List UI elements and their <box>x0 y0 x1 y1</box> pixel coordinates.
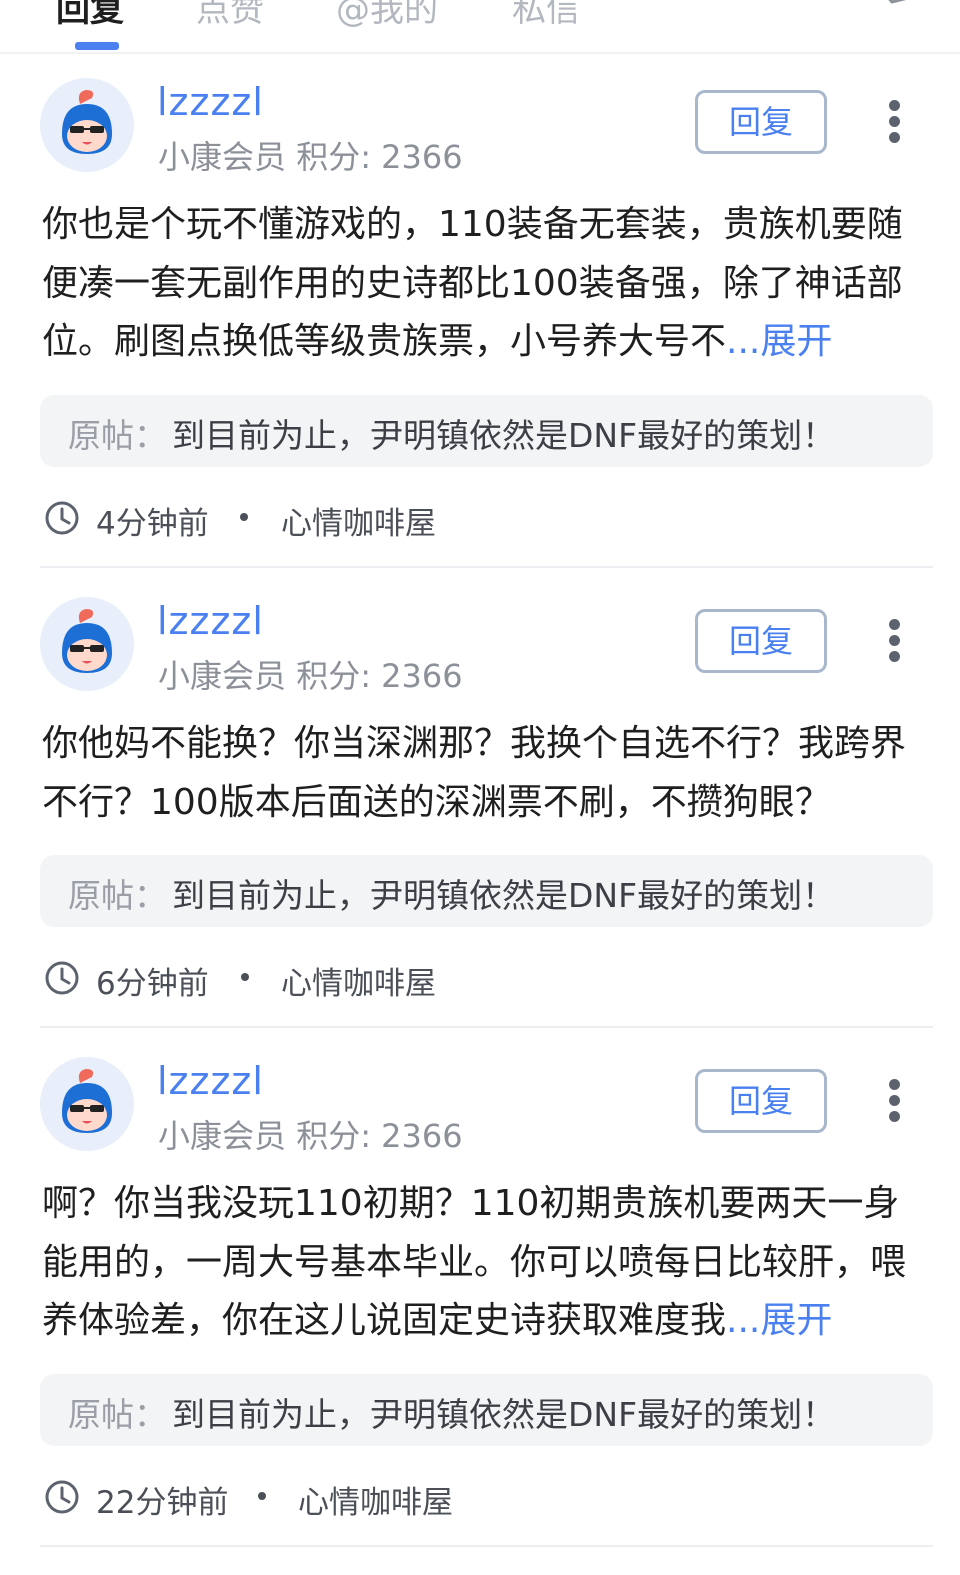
avatar-mascot-icon <box>40 597 134 691</box>
reply-button[interactable]: 回复 <box>695 609 827 673</box>
separator-dot <box>241 973 249 981</box>
divider <box>40 1545 933 1547</box>
points: 积分: 2366 <box>296 138 463 176</box>
tab-likes[interactable]: 点赞 <box>196 0 264 31</box>
avatar[interactable] <box>40 597 134 691</box>
edit-icon[interactable] <box>878 0 914 18</box>
reply-button[interactable]: 回复 <box>695 90 827 154</box>
expand-link[interactable]: 展开 <box>760 1300 832 1341</box>
member-level: 小康会员 <box>158 138 287 176</box>
avatar[interactable] <box>40 1057 134 1151</box>
tab-mentions[interactable]: @我的 <box>336 0 438 31</box>
timestamp: 4分钟前 <box>96 506 209 542</box>
clock-icon <box>45 501 79 535</box>
divider <box>40 1026 933 1028</box>
expand-link[interactable]: 展开 <box>760 321 832 362</box>
clock-icon <box>45 961 79 995</box>
member-level: 小康会员 <box>158 1117 287 1155</box>
points: 积分: 2366 <box>296 657 463 695</box>
channel-name[interactable]: 心情咖啡屋 <box>298 1477 453 1522</box>
points: 积分: 2366 <box>296 1117 463 1155</box>
channel-name[interactable]: 心情咖啡屋 <box>281 498 436 543</box>
timestamp: 6分钟前 <box>96 966 209 1002</box>
comment-body: 你也是个玩不懂游戏的，110装备无套装，贵族机要随便凑一套无副作用的史诗都比10… <box>42 196 922 372</box>
member-level: 小康会员 <box>158 657 287 695</box>
comment-text: 你他妈不能换？你当深渊那？我换个自选不行？我跨界不行？100版本后面送的深渊票不… <box>42 723 907 823</box>
avatar[interactable] <box>40 78 134 172</box>
origin-text: 到目前为止，尹明镇依然是DNF最好的策划！ <box>172 876 836 915</box>
separator-dot <box>240 513 248 521</box>
origin-text: 到目前为止，尹明镇依然是DNF最好的策划！ <box>172 1395 836 1434</box>
tab-reply[interactable]: 回复 <box>56 0 124 31</box>
active-tab-indicator <box>75 42 119 50</box>
avatar-mascot-icon <box>40 1057 134 1151</box>
separator-dot <box>258 1492 266 1500</box>
ellipsis: ... <box>726 321 761 362</box>
top-tab-bar: 回复 点赞 @我的 私信 <box>0 0 960 54</box>
more-icon[interactable] <box>880 619 908 667</box>
username[interactable]: lzzzzl <box>157 599 264 643</box>
more-icon[interactable] <box>880 100 908 148</box>
original-post-quote[interactable]: 原帖： 到目前为止，尹明镇依然是DNF最好的策划！ <box>40 1374 933 1446</box>
original-post-quote[interactable]: 原帖： 到目前为止，尹明镇依然是DNF最好的策划！ <box>40 395 933 467</box>
clock-icon <box>45 1480 79 1514</box>
origin-label: 原帖： <box>68 876 167 915</box>
tab-messages[interactable]: 私信 <box>512 0 580 31</box>
user-meta: 小康会员 积分: 2366 <box>158 1111 463 1157</box>
original-post-quote[interactable]: 原帖： 到目前为止，尹明镇依然是DNF最好的策划！ <box>40 855 933 927</box>
username[interactable]: lzzzzl <box>157 80 264 124</box>
ellipsis: ... <box>726 1300 761 1341</box>
channel-name[interactable]: 心情咖啡屋 <box>281 958 436 1003</box>
divider <box>40 566 933 568</box>
avatar-mascot-icon <box>40 78 134 172</box>
origin-label: 原帖： <box>68 1395 167 1434</box>
timestamp: 22分钟前 <box>96 1485 229 1521</box>
origin-text: 到目前为止，尹明镇依然是DNF最好的策划！ <box>172 416 836 455</box>
origin-label: 原帖： <box>68 416 167 455</box>
comment-body: 你他妈不能换？你当深渊那？我换个自选不行？我跨界不行？100版本后面送的深渊票不… <box>42 715 922 832</box>
more-icon[interactable] <box>880 1079 908 1127</box>
user-meta: 小康会员 积分: 2366 <box>158 132 463 178</box>
reply-button[interactable]: 回复 <box>695 1069 827 1133</box>
username[interactable]: lzzzzl <box>157 1059 264 1103</box>
user-meta: 小康会员 积分: 2366 <box>158 651 463 697</box>
comment-body: 啊？你当我没玩110初期？110初期贵族机要两天一身能用的，一周大号基本毕业。你… <box>42 1175 922 1351</box>
